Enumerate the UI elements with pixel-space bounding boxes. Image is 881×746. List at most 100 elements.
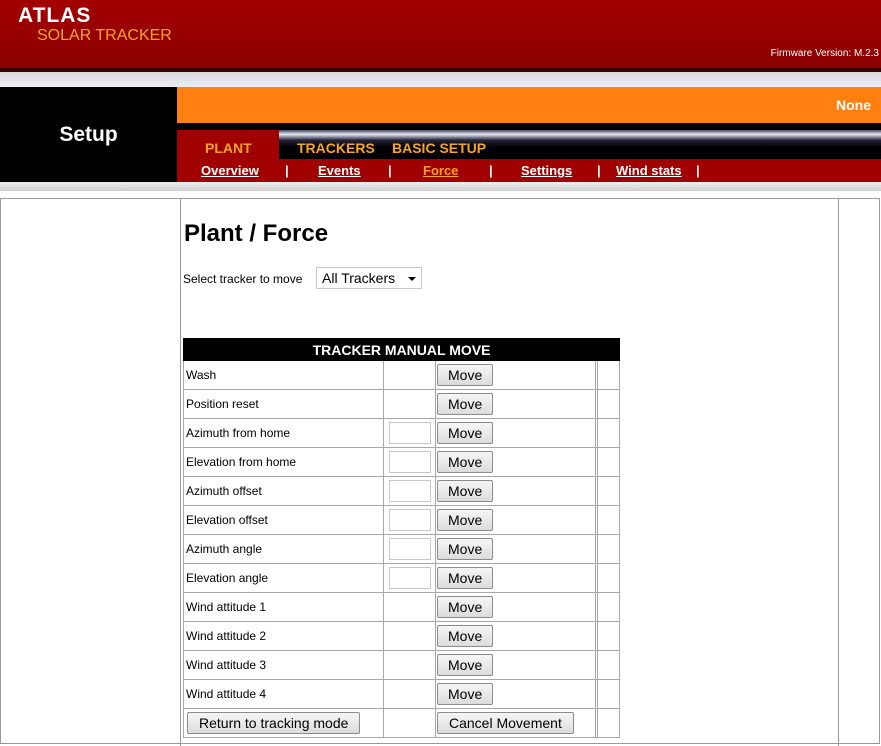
row-action-cell: Move	[435, 447, 596, 477]
row-label: Azimuth from home	[183, 418, 384, 448]
tab-trackers[interactable]: TRACKERS	[297, 140, 375, 156]
table-footer-cell: Return to tracking mode	[183, 708, 384, 738]
row-action-cell: Move	[435, 563, 596, 593]
subnav-separator: |	[597, 163, 601, 178]
row-input-cell	[383, 621, 436, 651]
row-input-cell	[383, 534, 436, 564]
value-input[interactable]	[388, 567, 431, 589]
content-right-border	[838, 198, 839, 746]
move-button[interactable]: Move	[437, 596, 494, 618]
table-cell	[596, 418, 621, 448]
table-cell	[596, 592, 621, 622]
row-action-cell: Move	[435, 389, 596, 419]
table-row: Azimuth from home Move	[183, 418, 621, 448]
subnav-force[interactable]: Force	[423, 163, 458, 178]
table-cell	[596, 534, 621, 564]
subnav-settings[interactable]: Settings	[521, 163, 572, 178]
chevron-down-icon	[408, 277, 416, 281]
table-cell	[596, 708, 621, 738]
section-title: Setup	[59, 123, 118, 146]
status-bar: None	[177, 87, 881, 123]
row-label: Azimuth offset	[183, 476, 384, 506]
row-action-cell: Move	[435, 505, 596, 535]
table-cell	[596, 389, 621, 419]
value-input[interactable]	[388, 509, 431, 531]
row-label: Wash	[183, 360, 384, 390]
row-input-cell	[383, 679, 436, 709]
row-input-cell	[383, 447, 436, 477]
table-cell	[596, 360, 621, 390]
table-cell	[596, 476, 621, 506]
table-cell	[596, 650, 621, 680]
move-button[interactable]: Move	[437, 364, 494, 386]
header-bottom-band	[0, 182, 881, 191]
table-row: Wind attitude 2 Move	[183, 621, 621, 651]
table-cell	[596, 505, 621, 535]
row-input-cell	[383, 505, 436, 535]
return-to-tracking-button[interactable]: Return to tracking mode	[187, 712, 361, 734]
row-label: Position reset	[183, 389, 384, 419]
value-input[interactable]	[388, 538, 431, 560]
row-input-cell	[383, 360, 436, 390]
row-action-cell: Move	[435, 592, 596, 622]
table-row: Position reset Move	[183, 389, 621, 419]
tab-plant[interactable]: PLANT	[205, 140, 252, 156]
value-input[interactable]	[388, 480, 431, 502]
subnav-separator: |	[285, 163, 289, 178]
tracker-select-label: Select tracker to move	[183, 272, 303, 286]
move-button[interactable]: Move	[437, 567, 494, 589]
row-action-cell: Move	[435, 418, 596, 448]
status-text: None	[836, 97, 871, 113]
row-label: Wind attitude 2	[183, 621, 384, 651]
row-action-cell: Move	[435, 621, 596, 651]
row-label: Azimuth angle	[183, 534, 384, 564]
row-label: Elevation from home	[183, 447, 384, 477]
row-input-cell	[383, 592, 436, 622]
table-row: Elevation offset Move	[183, 505, 621, 535]
move-button[interactable]: Move	[437, 480, 494, 502]
move-button[interactable]: Move	[437, 683, 494, 705]
move-button[interactable]: Move	[437, 654, 494, 676]
main-tab-bar: PLANT TRACKERS BASIC SETUP	[177, 130, 881, 159]
row-action-cell: Move	[435, 679, 596, 709]
move-button[interactable]: Move	[437, 625, 494, 647]
manual-move-table: TRACKER MANUAL MOVE Wash Move Position res…	[182, 338, 621, 738]
table-row: Wind attitude 4 Move	[183, 679, 621, 709]
row-action-cell: Move	[435, 476, 596, 506]
row-action-cell: Move	[435, 360, 596, 390]
table-cell: Cancel Movement	[435, 708, 596, 738]
table-cell	[596, 447, 621, 477]
table-row: Elevation angle Move	[183, 563, 621, 593]
tab-basic-setup[interactable]: BASIC SETUP	[392, 140, 486, 156]
row-label: Wind attitude 1	[183, 592, 384, 622]
value-input[interactable]	[388, 451, 431, 473]
table-cell	[596, 621, 621, 651]
section-box: Setup	[0, 87, 177, 182]
tracker-select[interactable]: All Trackers	[316, 267, 422, 289]
row-label: Wind attitude 3	[183, 650, 384, 680]
table-header: TRACKER MANUAL MOVE	[182, 338, 621, 361]
move-button[interactable]: Move	[437, 451, 494, 473]
subnav-separator: |	[489, 163, 493, 178]
move-button[interactable]: Move	[437, 538, 494, 560]
move-button[interactable]: Move	[437, 509, 494, 531]
move-button[interactable]: Move	[437, 422, 494, 444]
table-row: Wind attitude 3 Move	[183, 650, 621, 680]
table-row: Azimuth angle Move	[183, 534, 621, 564]
subnav-events[interactable]: Events	[318, 163, 361, 178]
tracker-select-value: All Trackers	[322, 270, 396, 286]
row-label: Wind attitude 4	[183, 679, 384, 709]
gray-divider	[0, 72, 881, 87]
move-button[interactable]: Move	[437, 393, 494, 415]
subnav-separator: |	[696, 163, 700, 178]
table-row: Wash Move	[183, 360, 621, 390]
value-input[interactable]	[388, 422, 431, 444]
brand-logo: ATLAS	[18, 4, 92, 27]
subnav-overview[interactable]: Overview	[201, 163, 259, 178]
page-title: Plant / Force	[184, 220, 329, 247]
cancel-movement-button[interactable]: Cancel Movement	[437, 712, 574, 734]
subnav-wind-stats[interactable]: Wind stats	[616, 163, 682, 178]
row-input-cell	[383, 476, 436, 506]
table-row: Wind attitude 1 Move	[183, 592, 621, 622]
table-cell	[383, 708, 436, 738]
